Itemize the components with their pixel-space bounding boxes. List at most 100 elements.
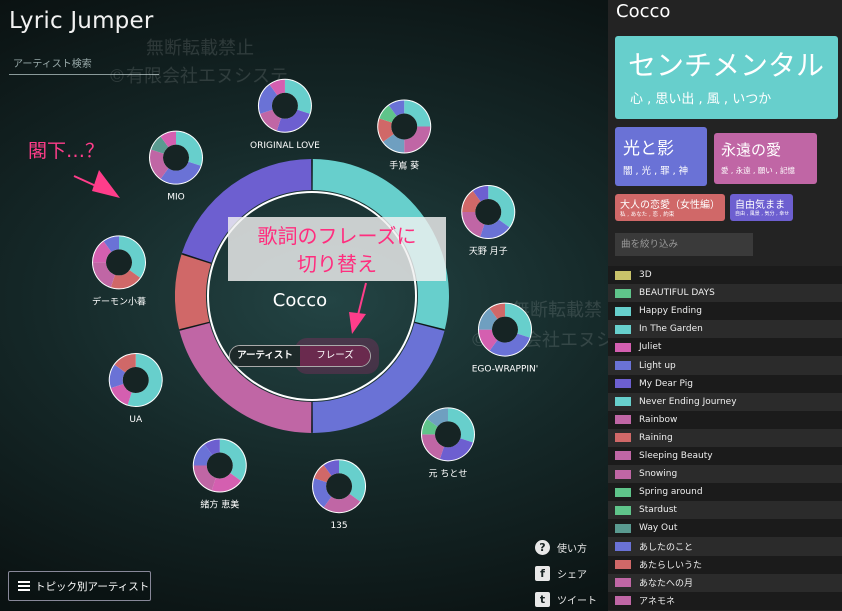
help-button[interactable]: ? 使い方	[535, 540, 587, 555]
song-title: Light up	[639, 360, 676, 371]
song-title: BEAUTIFUL DAYS	[639, 288, 715, 299]
song-row[interactable]: Happy Ending	[608, 302, 842, 321]
callout-phrase-switch-line2: 切り替え	[297, 252, 377, 276]
song-topic-swatch	[615, 324, 631, 334]
song-row[interactable]: 3D	[608, 266, 842, 285]
song-row[interactable]: Stardust	[608, 501, 842, 520]
related-artist-name: UA	[129, 415, 143, 425]
topic-title: センチメンタル	[628, 49, 825, 82]
song-row[interactable]: Juliet	[608, 338, 842, 357]
song-topic-swatch	[615, 433, 631, 443]
song-topic-swatch	[615, 451, 631, 461]
related-artist-name: EGO-WRAPPIN'	[472, 365, 539, 375]
mode-toggle[interactable]: アーティスト フレーズ	[229, 345, 371, 367]
callout-lord-text: 閣下…？	[28, 140, 105, 162]
topic-ring-segment[interactable]	[179, 322, 312, 433]
song-topic-swatch	[615, 505, 631, 515]
song-topic-swatch	[615, 523, 631, 533]
related-artist[interactable]: 135	[312, 459, 367, 531]
song-row[interactable]: Sleeping Beauty	[608, 446, 842, 466]
tweet-label: ツイート	[557, 596, 597, 607]
song-title: あしたのこと	[639, 542, 694, 553]
song-row[interactable]: Rainbow	[608, 410, 842, 429]
selected-artist-name: Cocco	[272, 290, 328, 311]
song-topic-swatch	[615, 541, 631, 551]
artist-mode-button[interactable]: アーティスト	[230, 346, 300, 366]
topic-words: 私 , あなた , 恋 , 約束	[620, 212, 675, 218]
song-title: あなたへの月	[639, 579, 694, 590]
song-row[interactable]: Way Out	[608, 519, 842, 538]
related-artist-name: デーモン小暮	[92, 295, 146, 307]
topic-tile[interactable]: 大人の恋愛（女性編） 私 , あなた , 恋 , 約束	[615, 194, 725, 221]
song-topic-swatch	[615, 397, 631, 407]
song-title: アネモネ	[639, 597, 676, 608]
song-title: Spring around	[639, 487, 703, 498]
song-row[interactable]: Snowing	[608, 465, 842, 484]
related-artist[interactable]: UA	[108, 353, 163, 425]
song-title: In The Garden	[639, 324, 703, 335]
song-row[interactable]: My Dear Pig	[608, 374, 842, 393]
list-icon	[18, 581, 30, 591]
related-artist-name: 天野 月子	[469, 246, 508, 257]
help-icon: ?	[535, 540, 550, 555]
topic-words: 自由 , 風景 , 気分 , 幸せ	[735, 211, 790, 217]
related-artist-hole	[206, 452, 233, 479]
song-row[interactable]: Light up	[608, 356, 842, 375]
related-artist[interactable]: 緒方 恵美	[192, 438, 247, 510]
song-row[interactable]: In The Garden	[608, 320, 842, 339]
topic-artists-button[interactable]: トピック別アーティスト	[8, 571, 151, 601]
share-button[interactable]: f シェア	[535, 566, 587, 581]
topic-title: 自由気まま	[735, 200, 785, 211]
song-title: Juliet	[639, 342, 662, 353]
song-title: 3D	[639, 270, 652, 281]
topic-tile[interactable]: 光と影 闇 , 光 , 罪 , 神	[615, 127, 707, 186]
related-artist[interactable]: デーモン小暮	[92, 235, 146, 307]
related-artist[interactable]: ORIGINAL LOVE	[250, 78, 320, 151]
song-row[interactable]: あしたのこと	[608, 537, 842, 556]
song-row[interactable]: Raining	[608, 428, 842, 447]
topic-title: 大人の恋愛（女性編）	[620, 200, 720, 211]
topic-tile[interactable]: センチメンタル 心 , 思い出 , 風 , いつか	[615, 36, 838, 119]
related-artist-name: ORIGINAL LOVE	[250, 141, 320, 151]
topic-tile[interactable]: 永遠の愛 愛 , 永遠 , 願い , 記憶	[714, 133, 817, 184]
song-topic-swatch	[615, 415, 631, 425]
related-artist-hole	[163, 144, 190, 171]
panel-artist-name: Cocco	[616, 1, 671, 22]
song-filter-input[interactable]	[615, 233, 753, 256]
topic-ring-segment[interactable]	[174, 254, 211, 330]
related-artist[interactable]: EGO-WRAPPIN'	[472, 302, 539, 375]
tweet-button[interactable]: t ツイート	[535, 592, 597, 607]
share-label: シェア	[557, 570, 587, 581]
callout-arrow-lord-head	[92, 170, 120, 198]
song-topic-swatch	[615, 361, 631, 371]
callout-phrase-switch-line1: 歌詞のフレーズに	[257, 224, 417, 248]
related-artist[interactable]: 手嶌 葵	[377, 99, 432, 172]
song-topic-swatch	[615, 342, 631, 352]
topic-words: 愛 , 永遠 , 願い , 記憶	[721, 166, 795, 175]
song-topic-swatch	[615, 270, 631, 280]
song-title: Rainbow	[639, 414, 678, 425]
song-row[interactable]: Spring around	[608, 483, 842, 502]
related-artist-hole	[122, 367, 149, 394]
related-artist[interactable]: 元 ちとせ	[420, 407, 475, 479]
song-topic-swatch	[615, 578, 631, 588]
song-row[interactable]: あたらしいうた	[608, 555, 842, 574]
related-artist-name: 135	[330, 521, 347, 531]
related-artist-hole	[106, 249, 133, 276]
callout-arrow-lord	[73, 175, 97, 187]
song-title: Sleeping Beauty	[639, 450, 713, 461]
phrase-mode-button[interactable]: フレーズ	[300, 346, 370, 366]
song-row[interactable]: アネモネ	[608, 591, 842, 610]
related-artist-name: 手嶌 葵	[389, 160, 419, 172]
song-title: Happy Ending	[639, 306, 702, 317]
song-row[interactable]: Never Ending Journey	[608, 392, 842, 411]
related-artist[interactable]: MIO	[149, 130, 204, 203]
song-row[interactable]: あなたへの月	[608, 573, 842, 592]
song-title: My Dear Pig	[639, 378, 693, 389]
related-artist[interactable]: 天野 月子	[461, 184, 516, 257]
help-label: 使い方	[557, 544, 587, 555]
song-title: あたらしいうた	[639, 561, 703, 572]
song-row[interactable]: BEAUTIFUL DAYS	[608, 284, 842, 303]
song-topic-swatch	[615, 560, 631, 570]
topic-tile[interactable]: 自由気まま 自由 , 風景 , 気分 , 幸せ	[730, 194, 793, 221]
